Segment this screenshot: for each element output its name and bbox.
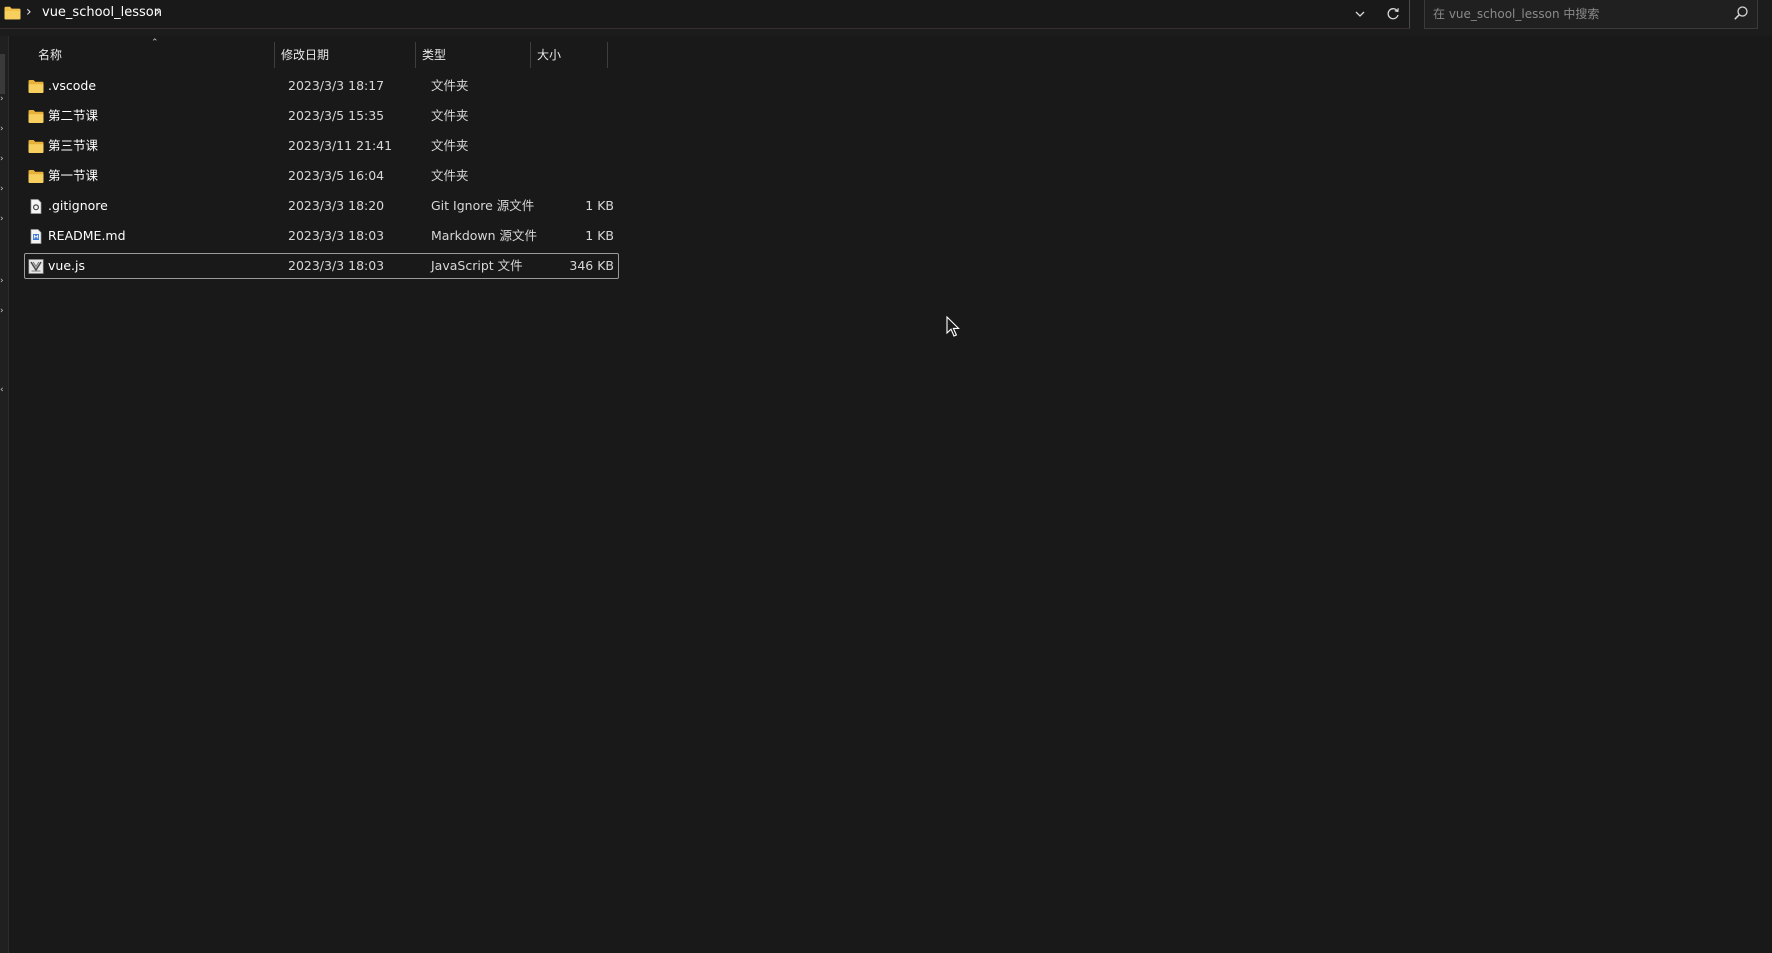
expand-chevron-icon[interactable]: › <box>0 154 4 164</box>
file-explorer-window: › vue_school_lesson › 在 vue_school_lesso… <box>0 0 1772 953</box>
file-row[interactable]: 第三节课 2023/3/11 21:41 文件夹 <box>24 133 619 159</box>
file-name: .vscode <box>48 78 97 93</box>
address-bar[interactable]: › vue_school_lesson › <box>0 0 1410 29</box>
file-modified-date: 2023/3/3 18:03 <box>288 228 385 243</box>
javascript-file-icon <box>28 259 44 274</box>
toolbar: › vue_school_lesson › 在 vue_school_lesso… <box>0 0 1772 36</box>
file-name: 第三节课 <box>48 138 99 153</box>
column-header-name[interactable]: 名称 <box>38 42 274 68</box>
chevron-right-icon[interactable]: › <box>155 4 161 20</box>
file-type: 文件夹 <box>431 138 469 153</box>
chevron-down-icon[interactable] <box>1350 4 1370 24</box>
markdown-file-icon <box>28 229 44 244</box>
search-input[interactable]: 在 vue_school_lesson 中搜索 <box>1424 0 1758 29</box>
file-modified-date: 2023/3/5 16:04 <box>288 168 385 183</box>
chevron-right-icon[interactable]: › <box>26 4 32 20</box>
refresh-icon[interactable] <box>1383 4 1403 24</box>
file-type: Git Ignore 源文件 <box>431 198 535 213</box>
column-header-date[interactable]: 修改日期 <box>281 42 415 68</box>
file-type: 文件夹 <box>431 108 469 123</box>
file-name: 第二节课 <box>48 108 99 123</box>
expand-chevron-icon[interactable]: › <box>0 124 4 134</box>
file-name: README.md <box>48 228 126 243</box>
file-size: 346 KB <box>569 258 614 273</box>
search-placeholder: 在 vue_school_lesson 中搜索 <box>1433 7 1600 21</box>
file-row[interactable]: .gitignore 2023/3/3 18:20 Git Ignore 源文件 1 … <box>24 193 619 219</box>
folder-icon <box>28 109 44 124</box>
file-row[interactable]: .vscode 2023/3/3 18:17 文件夹 <box>24 73 619 99</box>
expand-chevron-icon[interactable]: › <box>0 276 4 286</box>
column-divider[interactable] <box>530 42 531 68</box>
file-modified-date: 2023/3/11 21:41 <box>288 138 393 153</box>
gitignore-file-icon <box>28 199 44 214</box>
column-header-type[interactable]: 类型 <box>422 42 530 68</box>
column-divider[interactable] <box>415 42 416 68</box>
folder-icon <box>4 6 21 20</box>
file-type: 文件夹 <box>431 78 469 93</box>
folder-icon <box>28 139 44 154</box>
scrollbar-thumb[interactable] <box>0 54 5 94</box>
file-modified-date: 2023/3/3 18:03 <box>288 258 385 273</box>
file-name: 第一节课 <box>48 168 99 183</box>
file-row[interactable]: vue.js 2023/3/3 18:03 JavaScript 文件 346 KB <box>24 253 619 279</box>
breadcrumb-item[interactable]: vue_school_lesson <box>42 5 162 21</box>
file-row[interactable]: 第二节课 2023/3/5 15:35 文件夹 <box>24 103 619 129</box>
expand-chevron-icon[interactable]: › <box>0 214 4 224</box>
file-row[interactable]: 第一节课 2023/3/5 16:04 文件夹 <box>24 163 619 189</box>
folder-icon <box>28 79 44 94</box>
file-size: 1 KB <box>585 228 614 243</box>
expand-chevron-icon[interactable]: › <box>0 306 4 316</box>
file-type: 文件夹 <box>431 168 469 183</box>
column-divider[interactable] <box>274 42 275 68</box>
expand-chevron-icon[interactable]: › <box>0 94 4 104</box>
file-name: .gitignore <box>48 198 108 213</box>
navigation-pane[interactable]: › › › › › › › ‹ <box>0 36 9 953</box>
column-divider[interactable] <box>607 42 608 68</box>
column-header-size[interactable]: 大小 <box>537 42 607 68</box>
expand-chevron-icon[interactable]: ‹ <box>0 385 4 395</box>
file-type: Markdown 源文件 <box>431 228 538 243</box>
mouse-cursor-icon <box>946 316 960 337</box>
file-modified-date: 2023/3/3 18:20 <box>288 198 385 213</box>
file-modified-date: 2023/3/5 15:35 <box>288 108 385 123</box>
file-row[interactable]: README.md 2023/3/3 18:03 Markdown 源文件 1 KB <box>24 223 619 249</box>
expand-chevron-icon[interactable]: › <box>0 184 4 194</box>
file-size: 1 KB <box>585 198 614 213</box>
file-name: vue.js <box>48 258 85 273</box>
file-type: JavaScript 文件 <box>431 258 523 273</box>
search-icon[interactable] <box>1733 5 1749 21</box>
file-modified-date: 2023/3/3 18:17 <box>288 78 385 93</box>
folder-icon <box>28 169 44 184</box>
